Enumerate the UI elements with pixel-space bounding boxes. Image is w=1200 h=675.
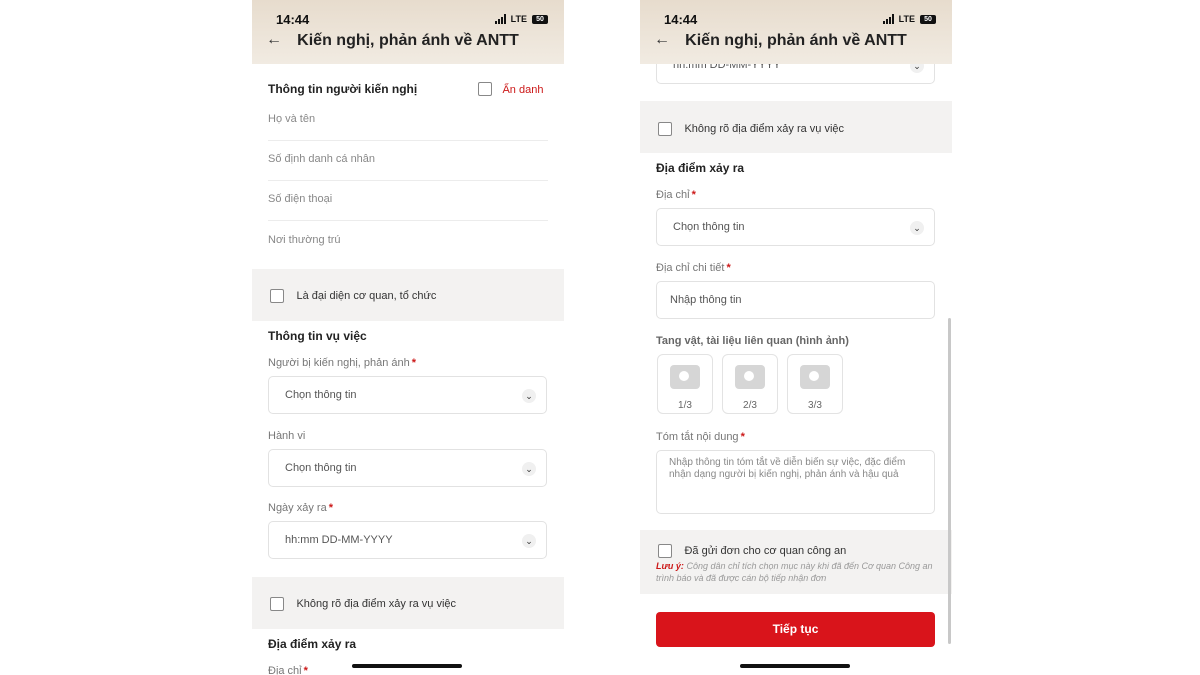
home-indicator <box>740 664 850 668</box>
summary-placeholder: Nhập thông tin tóm tắt về diễn biến sự v… <box>669 457 906 480</box>
photo-count: 1/3 <box>678 400 692 411</box>
note-text: Lưu ý: Công dân chỉ tích chọn mục này kh… <box>656 561 933 583</box>
unknown-location-band: Không rõ địa điểm xảy ra vụ việc <box>252 577 564 629</box>
unknown-location-band: Không rõ địa điểm xảy ra vụ việc <box>640 101 952 153</box>
phone-screen-right: 14:44 LTE 50 ← Kiến nghị, phản ánh về AN… <box>640 0 952 675</box>
location-section-title: Địa điểm xảy ra <box>656 161 745 175</box>
network-label: LTE <box>510 14 527 24</box>
residence-field[interactable]: Nơi thường trú <box>268 229 548 261</box>
status-icons: LTE 50 <box>494 13 548 24</box>
app-header: 14:44 LTE 50 ← Kiến nghị, phản ánh về AN… <box>252 0 564 64</box>
photo-count: 3/3 <box>808 400 822 411</box>
unknown-location-label: Không rõ địa điểm xảy ra vụ việc <box>296 597 457 610</box>
continue-button[interactable]: Tiếp tục <box>656 612 935 647</box>
address-select-value: Chọn thông tin <box>673 221 745 233</box>
id-number-field[interactable]: Số định danh cá nhân <box>268 148 548 181</box>
behavior-select-value: Chọn thông tin <box>285 462 357 474</box>
photo-count: 2/3 <box>743 400 757 411</box>
chevron-down-icon: ⌄ <box>522 534 536 548</box>
org-rep-label: Là đại diện cơ quan, tổ chức <box>296 289 437 302</box>
sent-band: Đã gửi đơn cho cơ quan công an Lưu ý: Cô… <box>640 530 952 594</box>
detail-address-label: Địa chỉ chi tiết * <box>656 262 731 274</box>
org-rep-band: Là đại diện cơ quan, tổ chức <box>252 269 564 321</box>
address-select[interactable]: Chọn thông tin ⌄ <box>656 208 935 246</box>
full-name-field[interactable]: Họ và tên <box>268 108 548 141</box>
anonymous-checkbox[interactable] <box>478 81 492 96</box>
chevron-down-icon: ⌄ <box>910 221 924 235</box>
sent-checkbox[interactable] <box>658 543 672 558</box>
summary-label: Tóm tắt nội dung * <box>656 431 745 443</box>
accused-select-value: Chọn thông tin <box>285 389 357 401</box>
camera-icon <box>735 365 765 389</box>
anonymous-toggle[interactable]: Ẩn danh <box>478 80 543 98</box>
app-header: 14:44 LTE 50 ← Kiến nghị, phản ánh về AN… <box>640 0 952 64</box>
location-section-title: Địa điểm xảy ra <box>268 637 357 651</box>
signal-icon <box>494 14 506 24</box>
photo-slot-2[interactable]: 2/3 <box>722 354 778 414</box>
battery-icon: 50 <box>532 15 548 24</box>
phone-field[interactable]: Số điện thoại <box>268 188 548 221</box>
address-label: Địa chỉ * <box>268 665 308 675</box>
unknown-location-option[interactable]: Không rõ địa điểm xảy ra vụ việc <box>658 120 844 138</box>
note-prefix: Lưu ý: <box>656 561 684 571</box>
sent-option[interactable]: Đã gửi đơn cho cơ quan công an <box>658 542 846 560</box>
network-label: LTE <box>898 14 915 24</box>
accused-select[interactable]: Chọn thông tin ⌄ <box>268 376 547 414</box>
date-label: Ngày xảy ra * <box>268 502 333 514</box>
camera-icon <box>800 365 830 389</box>
evidence-label: Tang vật, tài liệu liên quan (hình ảnh) <box>656 335 849 347</box>
page-title: Kiến nghị, phản ánh về ANTT <box>297 32 519 49</box>
sent-label: Đã gửi đơn cho cơ quan công an <box>684 544 847 557</box>
case-section-title: Thông tin vụ việc <box>268 329 367 343</box>
petitioner-section-title: Thông tin người kiến nghị <box>268 82 418 96</box>
photo-slot-1[interactable]: 1/3 <box>657 354 713 414</box>
org-rep-checkbox[interactable] <box>270 288 284 303</box>
form-content: Thông tin người kiến nghị Ẩn danh Họ và … <box>252 64 564 675</box>
home-indicator <box>352 664 462 668</box>
org-rep-option[interactable]: Là đại diện cơ quan, tổ chức <box>270 287 436 305</box>
camera-icon <box>670 365 700 389</box>
date-select-value: hh:mm DD-MM-YYYY <box>285 534 393 546</box>
status-icons: LTE 50 <box>882 13 936 24</box>
detail-address-input[interactable]: Nhập thông tin <box>656 281 935 319</box>
scrollbar[interactable] <box>948 318 951 644</box>
unknown-location-checkbox[interactable] <box>658 121 672 136</box>
summary-textarea[interactable]: Nhập thông tin tóm tắt về diễn biến sự v… <box>656 450 935 514</box>
unknown-location-label: Không rõ địa điểm xảy ra vụ việc <box>684 122 845 135</box>
status-time: 14:44 <box>664 12 698 27</box>
battery-icon: 50 <box>920 15 936 24</box>
signal-icon <box>882 14 894 24</box>
unknown-location-option[interactable]: Không rõ địa điểm xảy ra vụ việc <box>270 595 456 613</box>
form-content: hh:mm DD-MM-YYYY ⌄ Không rõ địa điểm xảy… <box>640 46 952 675</box>
detail-address-placeholder: Nhập thông tin <box>670 294 742 306</box>
chevron-down-icon: ⌄ <box>522 462 536 476</box>
chevron-down-icon: ⌄ <box>522 389 536 403</box>
date-select[interactable]: hh:mm DD-MM-YYYY ⌄ <box>268 521 547 559</box>
page-title: Kiến nghị, phản ánh về ANTT <box>685 32 907 49</box>
photo-slot-3[interactable]: 3/3 <box>787 354 843 414</box>
accused-label: Người bị kiến nghị, phản ánh * <box>268 357 417 369</box>
anonymous-label: Ẩn danh <box>502 84 544 96</box>
address-label: Địa chỉ * <box>656 189 696 201</box>
behavior-label: Hành vi <box>268 430 306 442</box>
behavior-select[interactable]: Chọn thông tin ⌄ <box>268 449 547 487</box>
status-time: 14:44 <box>276 12 310 27</box>
unknown-location-checkbox[interactable] <box>270 596 284 611</box>
phone-screen-left: 14:44 LTE 50 ← Kiến nghị, phản ánh về AN… <box>252 0 564 675</box>
